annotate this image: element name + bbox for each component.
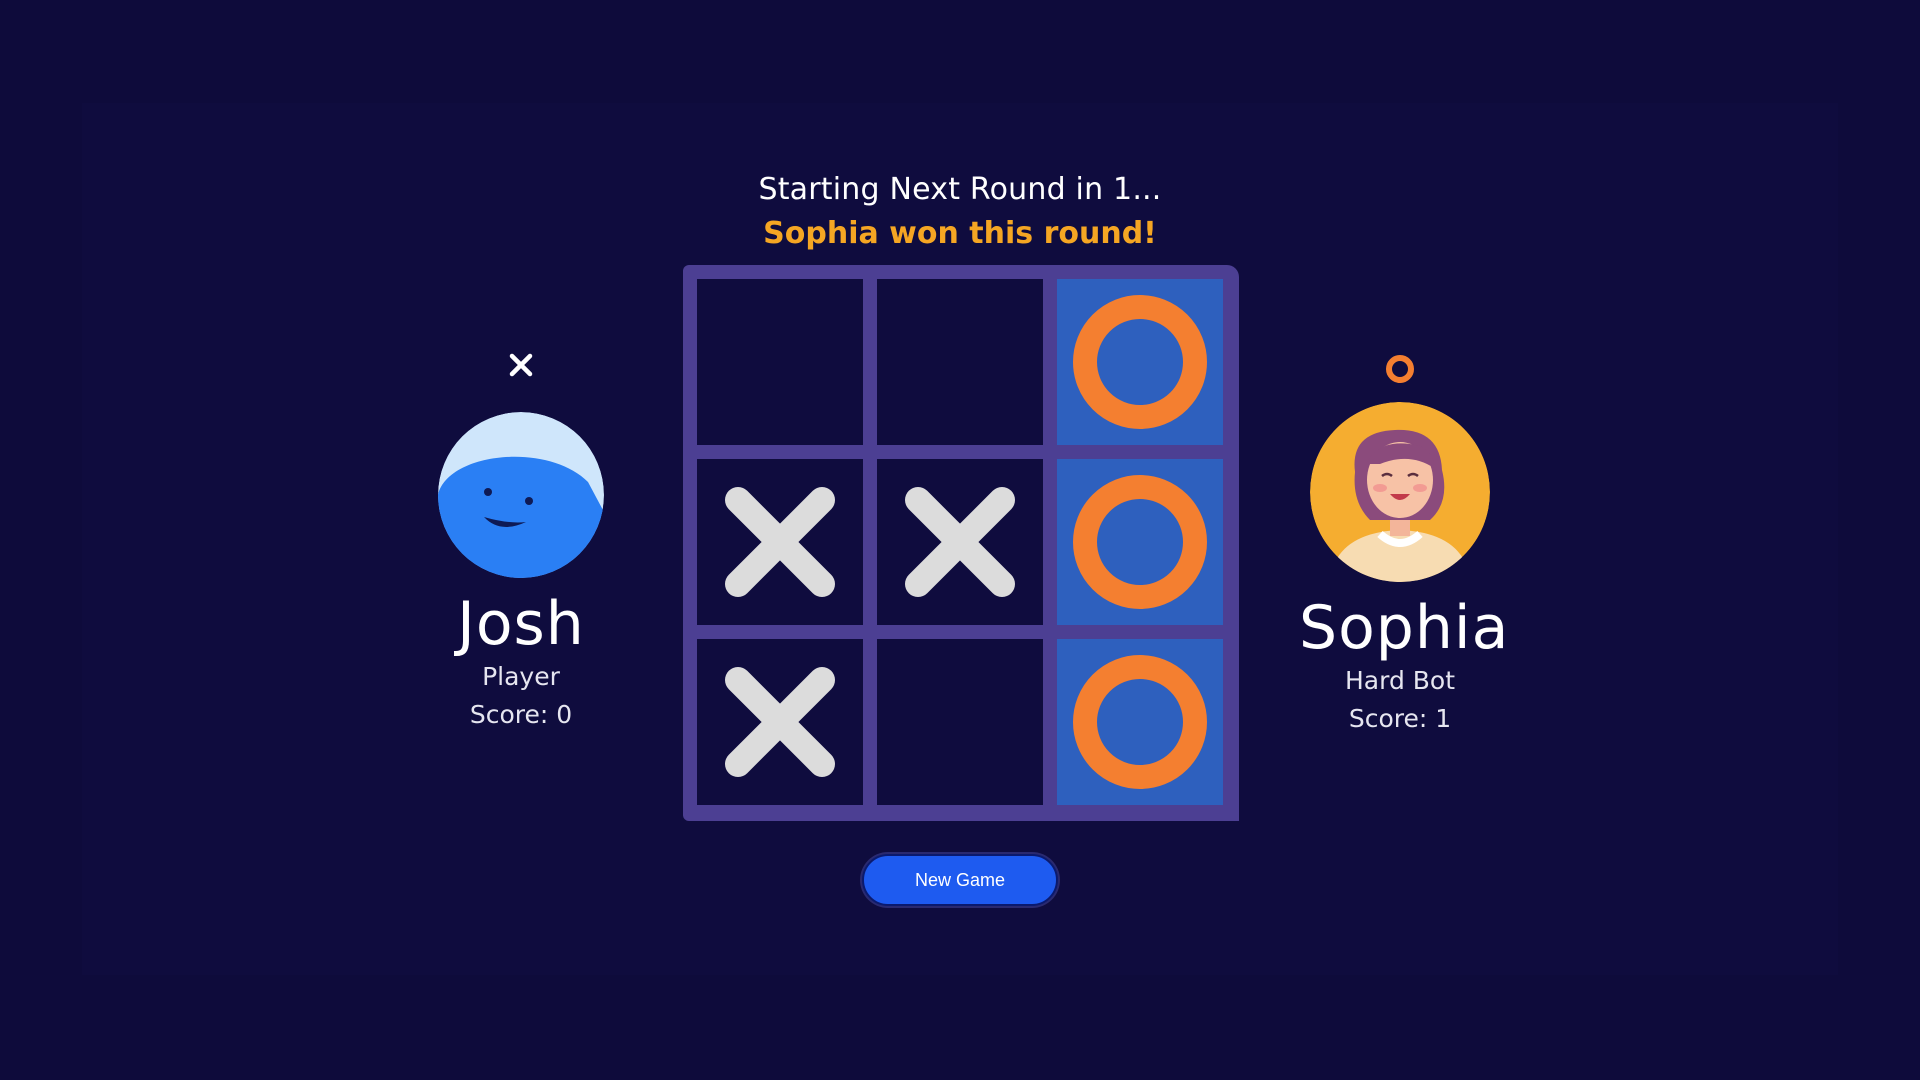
x-mark-icon — [725, 667, 835, 777]
o-icon — [1386, 355, 1414, 383]
woman-avatar — [1310, 402, 1490, 582]
x-mark-icon — [905, 487, 1015, 597]
x-icon — [509, 353, 533, 377]
player-card-josh: Josh Player Score: 0 — [420, 352, 622, 734]
player-role: Hard Bot — [1344, 666, 1456, 695]
player-score: Score: 1 — [1348, 704, 1452, 733]
player-name: Sophia — [1299, 593, 1510, 663]
new-game-button[interactable]: New Game — [862, 854, 1058, 906]
o-mark-icon — [1073, 655, 1207, 789]
player-name: Josh — [457, 589, 585, 659]
blue-smiley-avatar — [438, 412, 604, 578]
board-cell[interactable] — [1057, 639, 1223, 805]
x-mark-icon — [725, 487, 835, 597]
board-cell[interactable] — [1057, 279, 1223, 445]
board-cell[interactable] — [877, 279, 1043, 445]
o-mark-icon — [1073, 295, 1207, 429]
board-cell[interactable] — [697, 279, 863, 445]
player-role: Player — [482, 662, 560, 691]
game-board — [683, 265, 1239, 821]
round-countdown: Starting Next Round in 1... — [758, 172, 1162, 207]
o-mark-icon — [1073, 475, 1207, 609]
board-cell[interactable] — [697, 459, 863, 625]
player-card-sophia: Sophia Hard Bot Score: 1 — [1299, 352, 1510, 738]
board-cell[interactable] — [1057, 459, 1223, 625]
game-screen: Starting Next Round in 1... Sophia won t… — [0, 0, 1920, 1080]
board-cell[interactable] — [877, 639, 1043, 805]
round-winner-message: Sophia won this round! — [763, 216, 1157, 251]
board-cell[interactable] — [697, 639, 863, 805]
board-cell[interactable] — [877, 459, 1043, 625]
player-score: Score: 0 — [469, 700, 573, 729]
